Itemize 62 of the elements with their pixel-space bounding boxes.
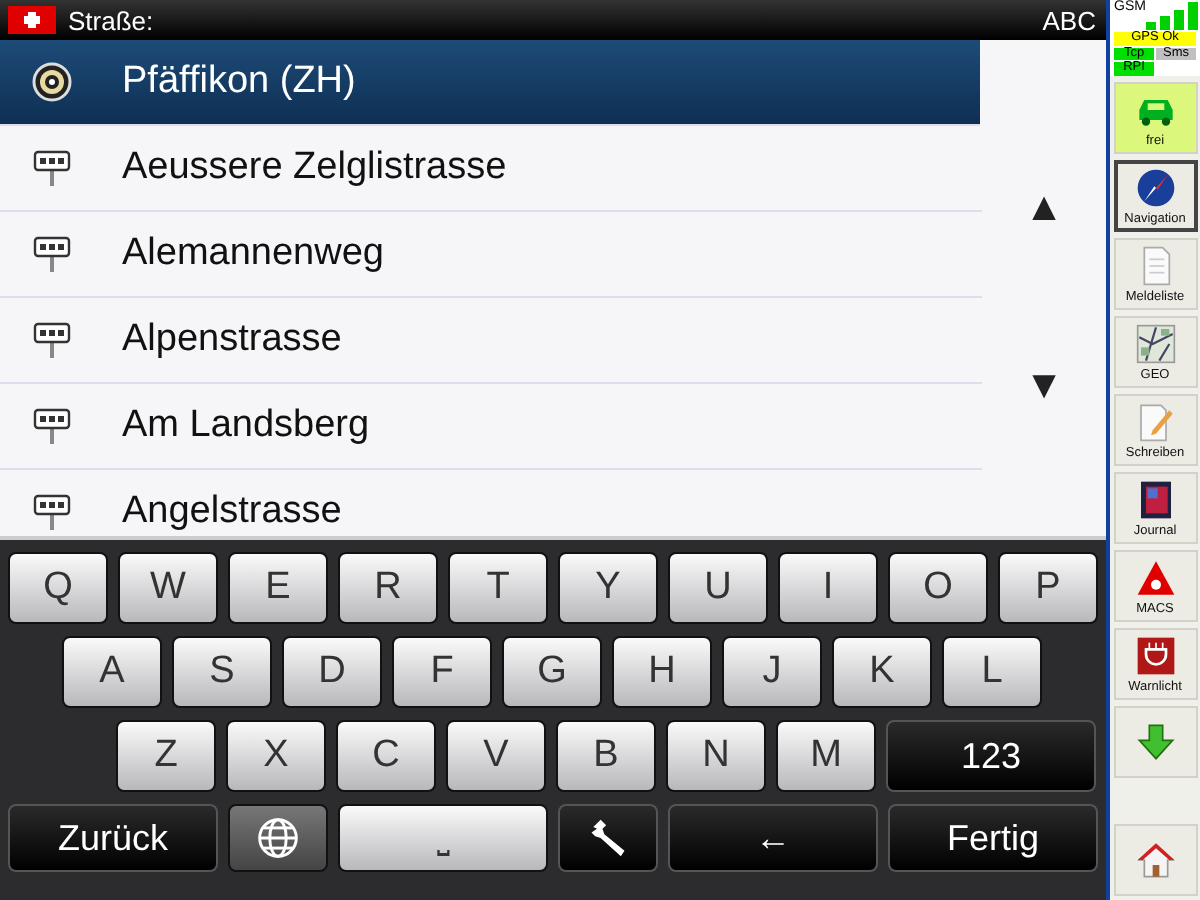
street-sign-icon	[32, 406, 72, 446]
down-arrow-icon	[1135, 722, 1175, 762]
keyboard-key[interactable]: S	[172, 636, 272, 708]
target-icon	[32, 62, 72, 102]
keyboard-key[interactable]: U	[668, 552, 768, 624]
book-icon	[1135, 479, 1175, 519]
keyboard-key[interactable]: T	[448, 552, 548, 624]
keyboard-key[interactable]: N	[666, 720, 766, 792]
warning-light-icon	[1135, 635, 1175, 675]
input-mode: ABC	[1042, 5, 1096, 35]
keyboard-key[interactable]: Y	[558, 552, 658, 624]
keyboard-key[interactable]: ⎵	[338, 804, 548, 872]
keyboard-key[interactable]: A	[62, 636, 162, 708]
street-list-item[interactable]: Alemannenweg	[0, 212, 982, 298]
keyboard-key[interactable]: X	[226, 720, 326, 792]
keyboard-key[interactable]: R	[338, 552, 438, 624]
keyboard-key[interactable]: I	[778, 552, 878, 624]
keyboard-key[interactable]: 123	[886, 720, 1096, 792]
keyboard-key[interactable]: M	[776, 720, 876, 792]
keyboard-key[interactable]	[228, 804, 328, 872]
street-sign-icon	[32, 148, 72, 188]
sidebar-button[interactable]	[1113, 824, 1197, 896]
signal-icon	[1146, 2, 1198, 30]
field-label: Straße:	[68, 5, 154, 35]
keyboard-key[interactable]: P	[998, 552, 1098, 624]
scroll-up-button[interactable]: ▲	[1024, 186, 1064, 232]
compass-icon	[1135, 167, 1175, 207]
keyboard-key[interactable]: J	[722, 636, 822, 708]
keyboard-key[interactable]: F	[392, 636, 492, 708]
street-list-item[interactable]: Aeussere Zelglistrasse	[0, 126, 982, 212]
street-list-item[interactable]: Am Landsberg	[0, 384, 982, 470]
street-sign-icon	[32, 320, 72, 360]
house-icon	[1135, 840, 1175, 880]
keyboard-key[interactable]: V	[446, 720, 546, 792]
sidebar-button[interactable]	[1113, 706, 1197, 778]
street-sign-icon	[32, 492, 72, 532]
keyboard-key[interactable]: O	[888, 552, 988, 624]
map-icon	[1135, 323, 1175, 363]
keyboard-key[interactable]: Fertig	[888, 804, 1098, 872]
keyboard-key[interactable]: C	[336, 720, 436, 792]
keyboard-key[interactable]: W	[118, 552, 218, 624]
keyboard-key[interactable]: Zurück	[8, 804, 218, 872]
keyboard-key[interactable]: E	[228, 552, 328, 624]
swiss-flag-icon	[8, 6, 56, 34]
pencil-document-icon	[1135, 401, 1175, 441]
keyboard-key[interactable]: K	[832, 636, 932, 708]
keyboard-key[interactable]: D	[282, 636, 382, 708]
keyboard-key[interactable]: ←	[668, 804, 878, 872]
street-list-item[interactable]: Pfäffikon (ZH)	[0, 40, 980, 126]
globe-icon	[256, 816, 300, 860]
keyboard-key[interactable]: Q	[8, 552, 108, 624]
scroll-down-button[interactable]: ▼	[1024, 364, 1064, 410]
keyboard-key[interactable]: H	[612, 636, 712, 708]
warning-triangle-icon	[1135, 557, 1175, 597]
keyboard-key[interactable]	[558, 804, 658, 872]
keyboard-key[interactable]: B	[556, 720, 656, 792]
street-sign-icon	[32, 234, 72, 274]
keyboard-key[interactable]: L	[942, 636, 1042, 708]
keyboard-key[interactable]: Z	[116, 720, 216, 792]
wrench-icon	[586, 816, 630, 860]
street-list-item[interactable]: Alpenstrasse	[0, 298, 982, 384]
keyboard-key[interactable]: G	[502, 636, 602, 708]
